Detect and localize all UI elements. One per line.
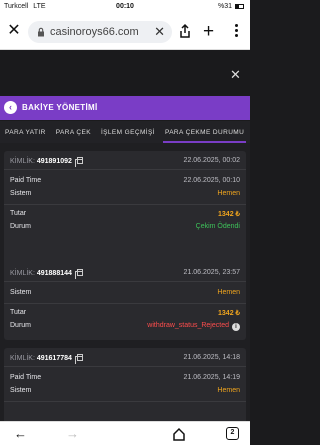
back-arrow-icon[interactable]: ‹: [4, 101, 17, 114]
system-label: Sistem: [10, 190, 32, 197]
request-date: 21.06.2025, 14:18: [183, 354, 240, 361]
tab-deposit[interactable]: PARA YATIR: [0, 121, 51, 143]
status-label: Durum: [10, 223, 32, 230]
address-bar[interactable]: casinoroys66.com ✕: [28, 21, 172, 43]
amount-label: Tutar: [10, 309, 27, 316]
back-icon[interactable]: ←: [14, 426, 27, 441]
system-value: Hemen: [217, 387, 240, 394]
clear-url-icon[interactable]: ✕: [154, 24, 165, 40]
info-icon[interactable]: i: [232, 323, 240, 331]
withdrawal-card: KİMLİK: 491891092 22.06.2025, 00:02 Paid…: [4, 151, 246, 272]
request-date: 22.06.2025, 00:02: [183, 157, 240, 164]
tab-history[interactable]: İŞLEM GEÇMİŞİ: [96, 121, 160, 143]
paid-time-label: Paid Time: [10, 374, 42, 381]
tab-count-button[interactable]: 2: [226, 427, 239, 440]
withdrawal-card: KİMLİK: 491888144 21.06.2025, 23:57 Sist…: [4, 263, 246, 340]
status-value: Çekim Ödendi: [195, 223, 240, 230]
new-tab-icon[interactable]: +: [203, 21, 214, 43]
site-header: ✕: [0, 50, 250, 95]
paid-time-value: 22.06.2025, 00:10: [183, 177, 240, 184]
forward-icon[interactable]: →: [66, 426, 79, 441]
clock: 00:10: [116, 3, 134, 10]
close-tab-icon[interactable]: ✕: [6, 23, 22, 39]
id-label: KİMLİK:: [10, 355, 35, 362]
id-label: KİMLİK:: [10, 158, 35, 165]
section-title: BAKİYE YÖNETİMİ: [22, 103, 98, 112]
battery-percent: %31: [217, 3, 232, 10]
tab-bar: PARA YATIR PARA ÇEK İŞLEM GEÇMİŞİ PARA Ç…: [0, 121, 250, 143]
system-label: Sistem: [10, 289, 32, 296]
url-text: casinoroys66.com: [50, 26, 139, 38]
amount-label: Tutar: [10, 210, 27, 217]
home-icon[interactable]: [172, 427, 186, 441]
status-value: withdraw_status_Rejected: [147, 322, 229, 329]
browser-toolbar: ✕ casinoroys66.com ✕ +: [0, 14, 250, 50]
id-label: KİMLİK:: [10, 270, 35, 277]
withdrawal-id: 491888144: [36, 270, 72, 277]
status-bar: Turkcell LTE 00:10 %31: [0, 0, 250, 14]
copy-icon[interactable]: [74, 157, 83, 167]
withdrawal-card: KİMLİK: 491617784 21.06.2025, 14:18 Paid…: [4, 348, 246, 421]
withdrawal-id: 491617784: [36, 355, 72, 362]
paid-time-value: 21.06.2025, 14:19: [183, 374, 240, 381]
section-header: ‹ BAKİYE YÖNETİMİ: [0, 96, 250, 120]
close-icon[interactable]: ✕: [230, 67, 241, 83]
request-date: 21.06.2025, 23:57: [183, 269, 240, 276]
withdrawal-id: 491891092: [36, 158, 72, 165]
system-label: Sistem: [10, 387, 32, 394]
browser-bottom-nav: ← → 2: [0, 421, 250, 445]
lock-icon: [38, 27, 44, 37]
tab-withdraw-status[interactable]: PARA ÇEKME DURUMU: [160, 121, 249, 143]
share-icon[interactable]: [177, 23, 193, 39]
tab-withdraw[interactable]: PARA ÇEK: [51, 121, 96, 143]
amount-value: 1342 ₺: [218, 310, 240, 317]
withdrawal-list[interactable]: KİMLİK: 491891092 22.06.2025, 00:02 Paid…: [0, 143, 250, 421]
copy-icon[interactable]: [74, 269, 83, 279]
status-label: Durum: [10, 322, 32, 329]
system-value: Hemen: [217, 289, 240, 296]
battery-icon: [235, 4, 244, 9]
more-menu-icon[interactable]: [230, 22, 242, 40]
system-value: Hemen: [217, 190, 240, 197]
paid-time-label: Paid Time: [10, 177, 42, 184]
amount-value: 1342 ₺: [218, 211, 240, 218]
copy-icon[interactable]: [74, 354, 83, 364]
